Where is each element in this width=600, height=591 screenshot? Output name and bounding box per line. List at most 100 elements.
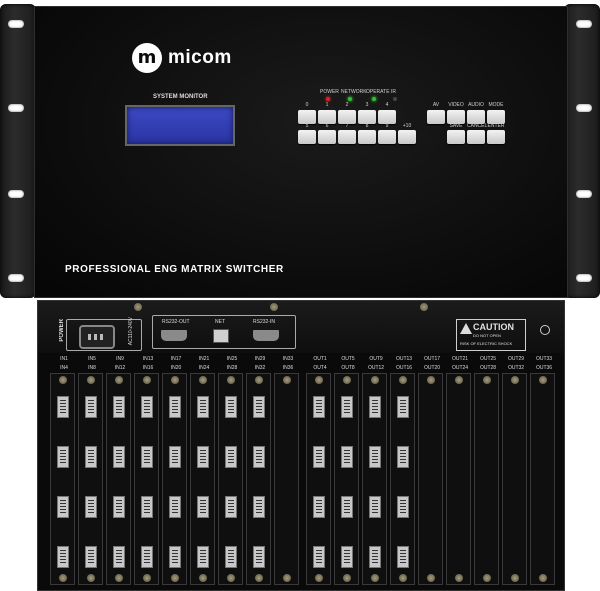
- function-key-label: VIDEO: [448, 102, 464, 108]
- keypad-button-8[interactable]: [358, 130, 376, 144]
- video-button[interactable]: [447, 110, 465, 124]
- dvi-input-port[interactable]: [85, 396, 97, 418]
- dvi-output-port[interactable]: [369, 496, 381, 518]
- dvi-output-port[interactable]: [313, 446, 325, 468]
- net-port[interactable]: [213, 329, 229, 343]
- dvi-input-port[interactable]: [253, 396, 265, 418]
- keypad-button-6[interactable]: [318, 130, 336, 144]
- dvi-output-port[interactable]: [341, 546, 353, 568]
- dvi-output-port[interactable]: [341, 496, 353, 518]
- function-key-label: MODE: [488, 102, 504, 108]
- keypad-button-9[interactable]: [378, 130, 396, 144]
- mode-button[interactable]: [487, 110, 505, 124]
- keypad-button-plus10[interactable]: [398, 130, 416, 144]
- input-label: IN17: [170, 356, 182, 362]
- dvi-input-port[interactable]: [141, 396, 153, 418]
- dvi-output-port[interactable]: [369, 446, 381, 468]
- keypad-button-4[interactable]: [378, 110, 396, 124]
- dvi-input-port[interactable]: [141, 446, 153, 468]
- dvi-input-port[interactable]: [169, 396, 181, 418]
- dvi-input-port[interactable]: [225, 396, 237, 418]
- dvi-output-port[interactable]: [369, 396, 381, 418]
- screw-icon: [255, 574, 263, 582]
- dvi-input-port[interactable]: [225, 446, 237, 468]
- av-button[interactable]: [427, 110, 445, 124]
- rear-panel: POWER AC110-240V RS232-OUT NET RS232-IN …: [37, 300, 565, 591]
- caution-label: CAUTION DO NOT OPEN RISK OF ELECTRIC SHO…: [456, 319, 526, 351]
- dvi-output-port[interactable]: [313, 546, 325, 568]
- dvi-output-port[interactable]: [313, 396, 325, 418]
- dvi-input-port[interactable]: [113, 496, 125, 518]
- rack-mount-hole: [576, 104, 592, 112]
- screw-icon: [539, 376, 547, 384]
- input-label: IN20: [170, 365, 182, 371]
- dvi-input-port[interactable]: [113, 546, 125, 568]
- dvi-output-port[interactable]: [397, 396, 409, 418]
- dvi-input-port[interactable]: [225, 546, 237, 568]
- screw-icon: [227, 376, 235, 384]
- dvi-input-port[interactable]: [57, 446, 69, 468]
- dvi-output-port[interactable]: [341, 396, 353, 418]
- enter-button[interactable]: [487, 130, 505, 144]
- dvi-input-port[interactable]: [141, 496, 153, 518]
- input-card-slot-4: [134, 373, 159, 585]
- output-card-slot-4: [390, 373, 415, 585]
- dvi-output-port[interactable]: [341, 446, 353, 468]
- dvi-output-port[interactable]: [369, 546, 381, 568]
- dvi-input-port[interactable]: [141, 546, 153, 568]
- dvi-input-port[interactable]: [169, 546, 181, 568]
- dvi-output-port[interactable]: [397, 496, 409, 518]
- input-label: IN29: [254, 356, 266, 362]
- dvi-input-port[interactable]: [57, 396, 69, 418]
- output-label: OUT24: [451, 365, 469, 371]
- operate-led: [372, 97, 376, 101]
- brand-mark-icon: m: [132, 43, 162, 73]
- dvi-output-port[interactable]: [397, 546, 409, 568]
- dvi-input-port[interactable]: [253, 546, 265, 568]
- screw-icon: [455, 376, 463, 384]
- save-button[interactable]: [447, 130, 465, 144]
- screw-icon: [371, 376, 379, 384]
- dvi-input-port[interactable]: [197, 496, 209, 518]
- input-card-slot-5: [162, 373, 187, 585]
- dvi-input-port[interactable]: [85, 496, 97, 518]
- dvi-input-port[interactable]: [169, 446, 181, 468]
- key-number-label: 8: [365, 123, 369, 129]
- key-number-label: 9: [385, 123, 389, 129]
- dvi-input-port[interactable]: [169, 496, 181, 518]
- cancel-button[interactable]: [467, 130, 485, 144]
- dvi-input-port[interactable]: [197, 396, 209, 418]
- dvi-input-port[interactable]: [57, 496, 69, 518]
- keypad-button-5[interactable]: [298, 130, 316, 144]
- dvi-output-port[interactable]: [397, 446, 409, 468]
- dvi-input-port[interactable]: [197, 446, 209, 468]
- power-socket-icon[interactable]: [79, 325, 115, 349]
- output-label: OUT13: [395, 356, 413, 362]
- keypad-button-0[interactable]: [298, 110, 316, 124]
- front-faceplate: m micom SYSTEM MONITOR POWER NETWORK OPE…: [34, 6, 568, 298]
- dvi-input-port[interactable]: [197, 546, 209, 568]
- output-label: OUT21: [451, 356, 469, 362]
- dvi-input-port[interactable]: [85, 446, 97, 468]
- output-card-slot-7: [474, 373, 499, 585]
- dvi-output-port[interactable]: [313, 496, 325, 518]
- dvi-input-port[interactable]: [253, 496, 265, 518]
- rear-control-strip: POWER AC110-240V RS232-OUT NET RS232-IN …: [38, 301, 564, 353]
- input-label: IN25: [226, 356, 238, 362]
- dvi-input-port[interactable]: [225, 496, 237, 518]
- rack-mount-hole: [576, 20, 592, 28]
- dvi-input-port[interactable]: [113, 446, 125, 468]
- audio-button[interactable]: [467, 110, 485, 124]
- keypad-button-3[interactable]: [358, 110, 376, 124]
- dvi-input-port[interactable]: [85, 546, 97, 568]
- dvi-input-port[interactable]: [57, 546, 69, 568]
- input-card-slot-8: [246, 373, 271, 585]
- keypad-button-7[interactable]: [338, 130, 356, 144]
- system-monitor-label: SYSTEM MONITOR: [153, 94, 208, 100]
- dvi-input-port[interactable]: [113, 396, 125, 418]
- keypad-button-1[interactable]: [318, 110, 336, 124]
- dvi-input-port[interactable]: [253, 446, 265, 468]
- keypad-button-2[interactable]: [338, 110, 356, 124]
- rs232-out-port[interactable]: [161, 330, 187, 341]
- rs232-in-port[interactable]: [253, 330, 279, 341]
